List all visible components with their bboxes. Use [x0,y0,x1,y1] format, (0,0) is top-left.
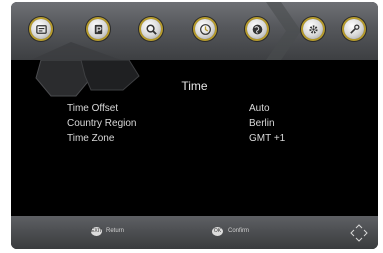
parental-lock-icon [94,24,102,34]
setting-value: GMT +1 [249,133,286,144]
clock-icon [199,23,211,35]
globe-icon [252,24,262,34]
page-title: Time [181,79,208,93]
tab-time[interactable] [195,19,215,39]
setting-label: Time Offset [67,103,119,114]
time-settings-panel: Time Time Offset Auto Country Region Ber… [11,60,378,216]
search-icon [145,23,157,35]
info-icon [35,24,47,34]
tab-parental-lock[interactable] [88,19,108,39]
tab-tools[interactable] [344,19,364,39]
navigation-arrows-icon [350,224,368,242]
tab-settings[interactable] [303,19,323,39]
tab-info[interactable] [31,19,51,39]
confirm-hint: Confirm [228,228,250,234]
hint-bar: EXIT Return OK Confirm [11,216,378,249]
tools-icon [349,24,359,34]
setting-label: Country Region [67,118,137,129]
tab-language[interactable] [247,19,267,39]
setting-row-time-offset[interactable]: Time Offset Auto [67,103,357,116]
ok-key-icon: OK [212,227,223,236]
menu-tab-bar [11,2,378,60]
return-hint: Return [106,228,125,234]
setting-row-time-zone[interactable]: Time Zone GMT +1 [67,133,357,146]
tab-search[interactable] [141,19,161,39]
setting-row-country-region[interactable]: Country Region Berlin [67,118,357,131]
setting-label: Time Zone [67,133,115,144]
gear-icon [308,24,318,34]
setting-value: Auto [249,103,270,114]
tv-menu-screen: Time Time Offset Auto Country Region Ber… [11,2,378,249]
exit-key-icon: EXIT [91,227,103,236]
setting-value: Berlin [249,118,275,129]
